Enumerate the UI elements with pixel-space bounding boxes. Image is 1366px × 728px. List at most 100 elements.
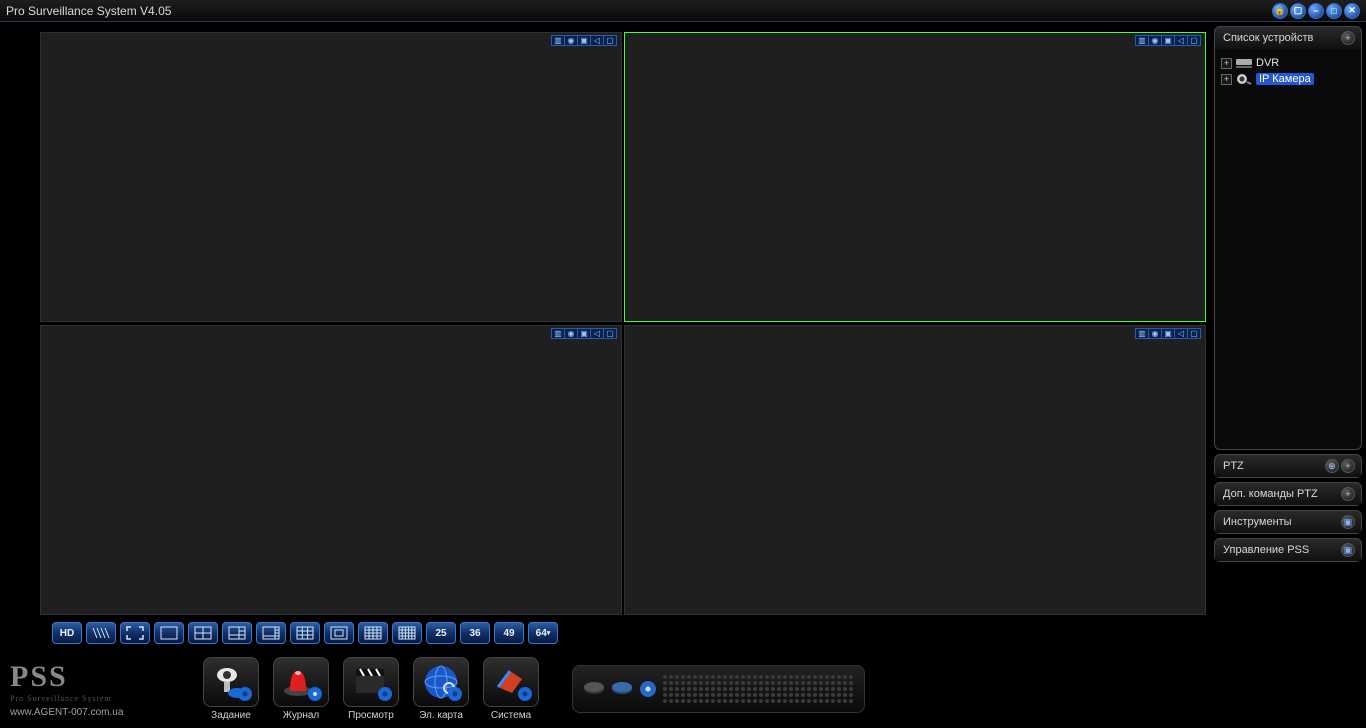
app-title: Pro Surveillance System V4.05 bbox=[6, 4, 1272, 18]
layout-64-button[interactable]: 64▾ bbox=[528, 622, 558, 644]
lock-button[interactable]: 🔒 bbox=[1272, 3, 1288, 19]
close-button[interactable]: ✕ bbox=[1344, 3, 1360, 19]
gear-icon bbox=[516, 685, 534, 703]
logo: PSS Pro Surveillance System www.AGENT-00… bbox=[10, 660, 200, 718]
ptz-ext-header[interactable]: Доп. команды PTZ + bbox=[1215, 483, 1361, 505]
pane-split-icon[interactable]: ▥ bbox=[1135, 328, 1149, 339]
layout-4-button[interactable] bbox=[188, 622, 218, 644]
effect-button[interactable] bbox=[86, 622, 116, 644]
pane-snapshot-icon[interactable]: ◉ bbox=[1148, 328, 1162, 339]
status-panel bbox=[572, 665, 865, 713]
pane-record-icon[interactable]: ▣ bbox=[1161, 328, 1175, 339]
pane-split-icon[interactable]: ▥ bbox=[551, 35, 565, 46]
title-bar: Pro Surveillance System V4.05 🔒 ▢ − □ ✕ bbox=[0, 0, 1366, 22]
layout-1-button[interactable] bbox=[154, 622, 184, 644]
window-controls: 🔒 ▢ − □ ✕ bbox=[1272, 3, 1360, 19]
plus-icon[interactable]: ⊕ bbox=[1325, 459, 1339, 473]
device-tree: + DVR + IP Камера bbox=[1215, 49, 1361, 449]
collapse-icon[interactable]: + bbox=[1341, 31, 1355, 45]
tree-item-label: DVR bbox=[1256, 57, 1279, 69]
pane-record-icon[interactable]: ▣ bbox=[577, 328, 591, 339]
layout-20-button[interactable] bbox=[392, 622, 422, 644]
pane-2-toolbar: ▥ ◉ ▣ ◁ ▢ bbox=[1136, 35, 1201, 46]
tools-header[interactable]: Инструменты ▣ bbox=[1215, 511, 1361, 533]
layout-25-button[interactable]: 25 bbox=[426, 622, 456, 644]
pane-1-toolbar: ▥ ◉ ▣ ◁ ▢ bbox=[552, 35, 617, 46]
pane-4-toolbar: ▥ ◉ ▣ ◁ ▢ bbox=[1136, 328, 1201, 339]
pane-audio-icon[interactable]: ◁ bbox=[590, 35, 604, 46]
plus-icon[interactable]: + bbox=[1341, 487, 1355, 501]
pane-record-icon[interactable]: ▣ bbox=[577, 35, 591, 46]
ptz-header[interactable]: PTZ ⊕+ bbox=[1215, 455, 1361, 477]
pane-split-icon[interactable]: ▥ bbox=[551, 328, 565, 339]
camera-icon bbox=[1236, 73, 1252, 85]
layout-6-button[interactable] bbox=[222, 622, 252, 644]
plus-icon[interactable]: + bbox=[1341, 459, 1355, 473]
window-icon[interactable]: ▣ bbox=[1341, 515, 1355, 529]
hdd-icon bbox=[583, 682, 605, 696]
fullscreen-button[interactable] bbox=[120, 622, 150, 644]
ptz-panel: PTZ ⊕+ bbox=[1214, 454, 1362, 478]
pane-split-icon[interactable]: ▥ bbox=[1135, 35, 1149, 46]
pane-close-icon[interactable]: ▢ bbox=[603, 35, 617, 46]
layout-36-button[interactable]: 36 bbox=[460, 622, 490, 644]
layout-13-button[interactable] bbox=[324, 622, 354, 644]
system-button[interactable]: Система bbox=[480, 657, 542, 721]
logo-subtitle: Pro Surveillance System bbox=[10, 694, 200, 703]
expand-icon[interactable]: + bbox=[1221, 74, 1232, 85]
camera-pane-3[interactable]: ▥ ◉ ▣ ◁ ▢ bbox=[40, 325, 622, 615]
task-label: Задание bbox=[211, 710, 251, 721]
camera-pane-1[interactable]: ▥ ◉ ▣ ◁ ▢ bbox=[40, 32, 622, 322]
system-label: Система bbox=[491, 710, 531, 721]
config-button[interactable]: ▢ bbox=[1290, 3, 1306, 19]
maximize-button[interactable]: □ bbox=[1326, 3, 1342, 19]
layout-8-button[interactable] bbox=[256, 622, 286, 644]
playback-button[interactable]: Просмотр bbox=[340, 657, 402, 721]
manage-panel: Управление PSS ▣ bbox=[1214, 538, 1362, 562]
pane-close-icon[interactable]: ▢ bbox=[603, 328, 617, 339]
camera-pane-4[interactable]: ▥ ◉ ▣ ◁ ▢ bbox=[624, 325, 1206, 615]
main-toolbar: Задание Журнал Просмотр Эл. карта bbox=[200, 657, 542, 721]
ptz-title: PTZ bbox=[1223, 460, 1244, 472]
camera-pane-2[interactable]: ▥ ◉ ▣ ◁ ▢ bbox=[624, 32, 1206, 322]
device-list-panel: Список устройств + + DVR + IP Камера bbox=[1214, 26, 1362, 450]
pane-record-icon[interactable]: ▣ bbox=[1161, 35, 1175, 46]
manage-title: Управление PSS bbox=[1223, 544, 1309, 556]
footer: PSS Pro Surveillance System www.AGENT-00… bbox=[0, 650, 1366, 728]
layout-16-button[interactable] bbox=[358, 622, 388, 644]
disc-icon bbox=[639, 680, 657, 698]
pane-snapshot-icon[interactable]: ◉ bbox=[564, 328, 578, 339]
tree-item-dvr[interactable]: + DVR bbox=[1221, 55, 1355, 71]
pane-3-toolbar: ▥ ◉ ▣ ◁ ▢ bbox=[552, 328, 617, 339]
pane-close-icon[interactable]: ▢ bbox=[1187, 328, 1201, 339]
tools-panel: Инструменты ▣ bbox=[1214, 510, 1362, 534]
journal-label: Журнал bbox=[283, 710, 320, 721]
channel-indicator-matrix bbox=[663, 675, 854, 704]
pane-audio-icon[interactable]: ◁ bbox=[1174, 35, 1188, 46]
journal-button[interactable]: Журнал bbox=[270, 657, 332, 721]
layout-49-button[interactable]: 49 bbox=[494, 622, 524, 644]
device-list-header[interactable]: Список устройств + bbox=[1215, 27, 1361, 49]
expand-icon[interactable]: + bbox=[1221, 58, 1232, 69]
emap-button[interactable]: Эл. карта bbox=[410, 657, 472, 721]
pane-audio-icon[interactable]: ◁ bbox=[590, 328, 604, 339]
dvr-icon bbox=[1236, 57, 1252, 69]
ptz-ext-title: Доп. команды PTZ bbox=[1223, 488, 1318, 500]
minimize-button[interactable]: − bbox=[1308, 3, 1324, 19]
logo-text: PSS bbox=[10, 660, 200, 694]
pane-close-icon[interactable]: ▢ bbox=[1187, 35, 1201, 46]
sidebar: Список устройств + + DVR + IP Камера PTZ bbox=[1214, 22, 1366, 650]
pane-snapshot-icon[interactable]: ◉ bbox=[564, 35, 578, 46]
manage-header[interactable]: Управление PSS ▣ bbox=[1215, 539, 1361, 561]
tools-title: Инструменты bbox=[1223, 516, 1292, 528]
device-list-title: Список устройств bbox=[1223, 32, 1313, 44]
pane-audio-icon[interactable]: ◁ bbox=[1174, 328, 1188, 339]
pane-snapshot-icon[interactable]: ◉ bbox=[1148, 35, 1162, 46]
task-button[interactable]: Задание bbox=[200, 657, 262, 721]
layout-9-button[interactable] bbox=[290, 622, 320, 644]
layout-toolbar: HD 25 36 49 64▾ bbox=[52, 622, 558, 644]
window-icon[interactable]: ▣ bbox=[1341, 543, 1355, 557]
hd-button[interactable]: HD bbox=[52, 622, 82, 644]
tree-item-ipcam[interactable]: + IP Камера bbox=[1221, 71, 1355, 87]
tree-item-label: IP Камера bbox=[1256, 73, 1314, 85]
